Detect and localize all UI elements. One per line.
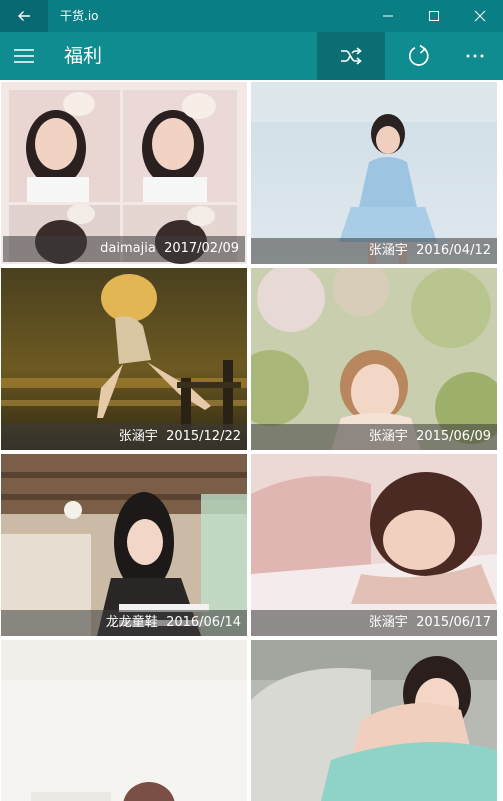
- close-button[interactable]: [457, 0, 503, 32]
- photo-author: 张涵宇: [368, 429, 408, 444]
- photo-tile[interactable]: 张涵宇 2016/04/12: [251, 82, 497, 264]
- photo-caption: 龙龙童鞋 2016/06/14: [1, 610, 247, 636]
- photo-image: [251, 640, 497, 801]
- shuffle-icon: [341, 47, 362, 65]
- close-icon: [474, 10, 486, 22]
- photo-date: 2015/06/09: [416, 429, 491, 444]
- photo-caption: daimajia 2017/02/09: [3, 236, 245, 262]
- photo-author: daimajia: [100, 241, 156, 256]
- photo-tile[interactable]: 张涵宇 2015/06/17: [251, 454, 497, 636]
- photo-tile[interactable]: [251, 640, 497, 801]
- more-options-button[interactable]: [447, 32, 503, 80]
- photo-tile[interactable]: 张涵宇 2015/12/22: [1, 268, 247, 450]
- photo-date: 2016/04/12: [416, 243, 491, 258]
- photo-author: 张涵宇: [118, 429, 158, 444]
- window-title: 干货.io: [60, 9, 99, 23]
- photo-author: 张涵宇: [368, 615, 408, 630]
- photo-image: [251, 454, 497, 636]
- app-window: 干货.io 福利 daimajia 2017/02/09 张涵宇 2016/04…: [0, 0, 503, 801]
- minimize-icon: [383, 15, 393, 17]
- photo-image: [1, 268, 247, 450]
- more-options-icon: [466, 54, 484, 58]
- maximize-button[interactable]: [411, 0, 457, 32]
- photo-date: 2016/06/14: [166, 615, 241, 630]
- app-bar: 福利: [0, 32, 503, 80]
- photo-date: 2015/06/17: [416, 615, 491, 630]
- hamburger-menu-button[interactable]: [0, 32, 48, 80]
- photo-tile[interactable]: 龙龙童鞋 2016/06/14: [1, 454, 247, 636]
- photo-image: [251, 82, 497, 264]
- page-title: 福利: [64, 45, 103, 67]
- back-arrow-icon: [18, 11, 30, 21]
- refresh-button[interactable]: [385, 32, 453, 80]
- photo-image: [1, 454, 247, 636]
- photo-image: [251, 268, 497, 450]
- photo-date: 2015/12/22: [166, 429, 241, 444]
- photo-gallery: daimajia 2017/02/09 张涵宇 2016/04/12 张涵宇 2…: [0, 80, 503, 801]
- refresh-icon: [408, 44, 429, 66]
- title-bar: 干货.io: [0, 0, 503, 32]
- photo-date: 2017/02/09: [164, 241, 239, 256]
- photo-caption: 张涵宇 2015/06/17: [251, 610, 497, 636]
- shuffle-button[interactable]: [317, 32, 385, 80]
- photo-tile[interactable]: daimajia 2017/02/09: [1, 82, 247, 264]
- photo-caption: 张涵宇 2016/04/12: [251, 238, 497, 264]
- minimize-button[interactable]: [365, 0, 411, 32]
- maximize-icon: [429, 11, 439, 21]
- photo-caption: 张涵宇 2015/06/09: [251, 424, 497, 450]
- photo-tile[interactable]: [1, 640, 247, 801]
- photo-author: 龙龙童鞋: [105, 615, 158, 630]
- photo-author: 张涵宇: [368, 243, 408, 258]
- photo-image: [1, 640, 247, 801]
- photo-caption: 张涵宇 2015/12/22: [1, 424, 247, 450]
- hamburger-menu-icon: [14, 49, 34, 63]
- back-button[interactable]: [0, 0, 48, 32]
- photo-tile[interactable]: 张涵宇 2015/06/09: [251, 268, 497, 450]
